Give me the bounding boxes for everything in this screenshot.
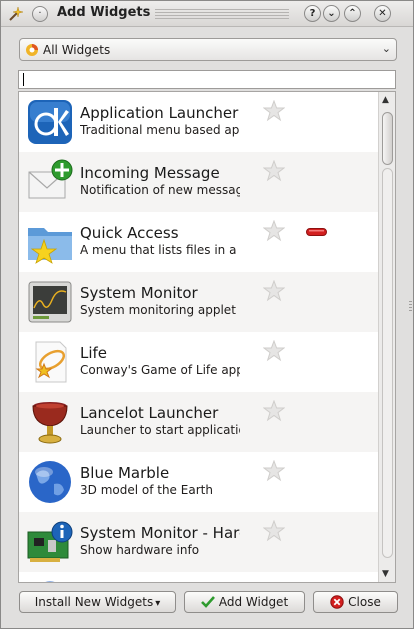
checkmark-icon	[200, 595, 215, 608]
scroll-up-arrow-icon[interactable]: ▲	[382, 95, 389, 105]
favorite-star-icon[interactable]	[263, 100, 285, 122]
envelope-add-icon	[28, 159, 73, 199]
widget-name: Life	[80, 344, 108, 362]
widget-description: Launcher to start applications	[80, 423, 240, 437]
partial-widget-icon	[45, 581, 55, 582]
widget-row-system-monitor[interactable]: System Monitor System monitoring applet	[19, 272, 378, 332]
folder-star-icon	[28, 228, 72, 264]
widget-row-incoming-message[interactable]: Incoming Message Notification of new mes…	[19, 152, 378, 212]
widget-row-quick-access[interactable]: Quick Access A menu that lists files in …	[19, 212, 378, 272]
widgets-category-icon	[26, 44, 38, 56]
widget-name: Incoming Message	[80, 164, 220, 182]
favorite-star-icon[interactable]	[263, 460, 285, 482]
life-icon	[35, 341, 67, 383]
widget-list[interactable]: Application Launcher Traditional menu ba…	[18, 91, 396, 583]
close-circle-icon	[330, 594, 344, 609]
titlebar-grip	[155, 9, 289, 19]
widget-description: A menu that lists files in a folder	[80, 243, 240, 257]
globe-icon	[29, 461, 71, 503]
favorite-star-icon[interactable]	[263, 160, 285, 182]
install-new-widgets-button[interactable]: Install New Widgets ▾	[19, 591, 176, 613]
widget-name: System Monitor - Hardware Info	[80, 524, 240, 542]
monitor-graph-icon	[28, 281, 72, 323]
widget-name: Lancelot Launcher	[80, 404, 219, 422]
scrollbar-thumb[interactable]	[382, 112, 393, 165]
kde-logo-icon	[28, 100, 72, 144]
widget-description: Conway's Game of Life applet	[80, 363, 240, 377]
widget-description: 3D model of the Earth	[80, 483, 213, 497]
vertical-scrollbar[interactable]: ▲ ▼	[378, 92, 395, 582]
favorite-star-icon[interactable]	[263, 520, 285, 542]
widget-name: Quick Access	[80, 224, 179, 242]
grail-icon	[32, 402, 68, 444]
filter-selected-label: All Widgets	[43, 43, 111, 57]
close-button[interactable]: Close	[313, 591, 398, 613]
widget-row-application-launcher[interactable]: Application Launcher Traditional menu ba…	[19, 92, 378, 152]
widget-row-blue-marble[interactable]: Blue Marble 3D model of the Earth	[19, 452, 378, 512]
widget-row-lancelot-launcher[interactable]: Lancelot Launcher Launcher to start appl…	[19, 392, 378, 452]
chevron-down-icon: ⌄	[381, 42, 391, 55]
window-menu-button[interactable]: ·	[32, 6, 48, 22]
widget-row-system-monitor-hardware-info[interactable]: System Monitor - Hardware Info Show hard…	[19, 512, 378, 572]
widget-name: Blue Marble	[80, 464, 170, 482]
text-caret	[23, 73, 24, 86]
minimize-button[interactable]: ⌄	[323, 5, 340, 22]
install-button-label: Install New Widgets	[34, 595, 154, 609]
widget-name: System Monitor	[80, 284, 198, 302]
widget-description: Notification of new messages	[80, 183, 240, 197]
title-bar[interactable]: · Add Widgets ? ⌄ ⌃ ✕	[1, 1, 413, 27]
widget-row-partial[interactable]	[19, 572, 378, 582]
chevron-down-icon: ▾	[155, 598, 161, 609]
widget-wand-icon[interactable]	[7, 5, 25, 23]
close-button-label: Close	[348, 595, 381, 609]
window-title: Add Widgets	[57, 5, 151, 20]
widget-description: Show hardware info	[80, 543, 200, 557]
remove-widget-icon[interactable]	[306, 228, 327, 236]
search-input[interactable]	[18, 70, 396, 89]
widget-row-life[interactable]: Life Conway's Game of Life applet	[19, 332, 378, 392]
widget-description: System monitoring applet	[80, 303, 236, 317]
close-window-button[interactable]: ✕	[374, 5, 391, 22]
help-button[interactable]: ?	[304, 5, 321, 22]
add-widgets-window: · Add Widgets ? ⌄ ⌃ ✕ All Widgets ⌄ Appl…	[0, 0, 414, 629]
favorite-star-icon[interactable]	[263, 340, 285, 362]
scrollbar-track[interactable]	[382, 168, 393, 558]
favorite-star-icon[interactable]	[263, 280, 285, 302]
favorite-star-icon[interactable]	[263, 220, 285, 242]
scroll-down-arrow-icon[interactable]: ▼	[382, 569, 389, 579]
circuit-board-info-icon	[27, 521, 73, 562]
maximize-button[interactable]: ⌃	[344, 5, 361, 22]
favorite-star-icon[interactable]	[263, 400, 285, 422]
add-widget-button[interactable]: Add Widget	[184, 591, 305, 613]
widget-name: Application Launcher	[80, 104, 239, 122]
add-button-label: Add Widget	[218, 595, 289, 609]
widget-description: Traditional menu based application launc…	[80, 123, 240, 137]
window-resize-grip[interactable]	[409, 301, 412, 313]
category-filter-dropdown[interactable]: All Widgets ⌄	[19, 38, 397, 61]
